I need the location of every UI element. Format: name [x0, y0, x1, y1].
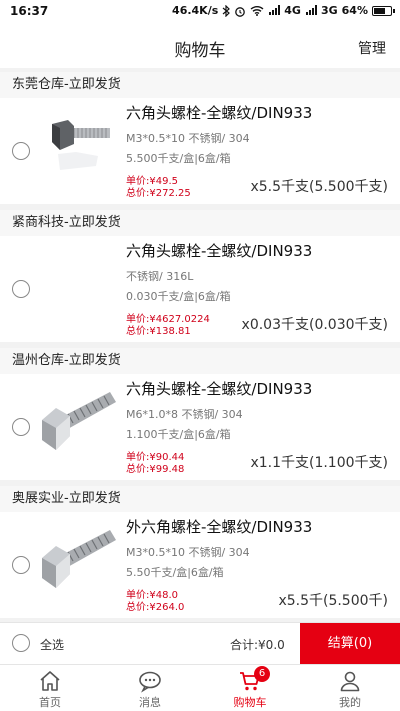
- cart-item: 紧商科技-立即发货 六角头螺栓-全螺纹/DIN933 不锈钢/ 316L 0.0…: [0, 210, 400, 342]
- tab-label: 我的: [339, 696, 361, 709]
- select-all-label[interactable]: 全选: [40, 636, 64, 653]
- cart-item: 温州仓库-立即发货 六角头螺栓-全螺纹/DIN933 M6*1.0*8 不锈钢/…: [0, 348, 400, 480]
- home-icon: [40, 671, 60, 691]
- product-packaging: 5.500千支/盒|6盒/箱: [126, 152, 231, 165]
- shop-name: 温州仓库-立即发货: [0, 348, 400, 374]
- network-type-1: 4G: [284, 4, 301, 17]
- product-spec: 不锈钢/ 316L: [126, 270, 194, 283]
- checkout-button[interactable]: 结算(0): [300, 623, 400, 665]
- cart-total: 合计:¥0.0: [230, 638, 285, 652]
- network-type-2: 3G: [320, 4, 338, 17]
- item-select-radio[interactable]: [12, 418, 30, 436]
- tab-label: 购物车: [233, 696, 267, 709]
- shop-name: 奥展实业-立即发货: [0, 486, 400, 512]
- total-price: 总价:¥272.25: [126, 188, 191, 199]
- bluetooth-icon: [222, 4, 231, 17]
- battery-icon: [372, 5, 395, 16]
- cart-item: 东莞仓库-立即发货 六角头螺栓-全螺纹/DIN933 M3*0.5*10 不锈钢…: [0, 72, 400, 204]
- tab-home[interactable]: 首页: [0, 665, 100, 711]
- page-header: 购物车 管理: [0, 24, 400, 68]
- shop-name: 东莞仓库-立即发货: [0, 72, 400, 98]
- product-name: 六角头螺栓-全螺纹/DIN933: [126, 104, 313, 122]
- select-all-radio[interactable]: [12, 634, 30, 652]
- battery-level: 64%: [341, 4, 368, 17]
- total-price: 总价:¥138.81: [126, 326, 191, 337]
- product-spec: M3*0.5*10 不锈钢/ 304: [126, 546, 250, 559]
- tab-label: 首页: [39, 696, 61, 709]
- item-quantity[interactable]: x5.5千支(5.500千支): [250, 176, 388, 196]
- user-icon: [340, 671, 360, 692]
- message-icon: [139, 671, 161, 693]
- product-name: 外六角螺栓-全螺纹/DIN933: [126, 518, 313, 536]
- shop-name: 紧商科技-立即发货: [0, 210, 400, 236]
- product-packaging: 0.030千支/盒|6盒/箱: [126, 290, 231, 303]
- alarm-icon: [235, 6, 246, 17]
- bottom-tab-bar: 首页 消息 6 购物车 我的: [0, 664, 400, 711]
- product-name: 六角头螺栓-全螺纹/DIN933: [126, 242, 313, 260]
- product-image: [38, 380, 118, 462]
- status-bar: 16:37 46.4K/s 4G 3G 64%: [0, 0, 400, 24]
- tab-messages[interactable]: 消息: [100, 665, 200, 711]
- product-name: 六角头螺栓-全螺纹/DIN933: [126, 380, 313, 398]
- item-quantity[interactable]: x0.03千支(0.030千支): [242, 314, 388, 334]
- cart-footer: 全选 合计:¥0.0 结算(0): [0, 622, 400, 665]
- product-spec: M3*0.5*10 不锈钢/ 304: [126, 132, 250, 145]
- cart-badge: 6: [254, 666, 270, 682]
- total-price: 总价:¥264.0: [126, 602, 185, 613]
- total-price: 总价:¥99.48: [126, 464, 185, 475]
- product-spec: M6*1.0*8 不锈钢/ 304: [126, 408, 243, 421]
- net-speed: 46.4K/s: [172, 4, 219, 17]
- clock: 16:37: [10, 4, 49, 18]
- tab-cart[interactable]: 6 购物车: [200, 665, 300, 711]
- manage-button[interactable]: 管理: [358, 38, 386, 58]
- item-select-radio[interactable]: [12, 142, 30, 160]
- product-image: [38, 518, 118, 600]
- item-select-radio[interactable]: [12, 556, 30, 574]
- signal-icon: [305, 5, 317, 15]
- tab-label: 消息: [139, 696, 161, 709]
- tab-profile[interactable]: 我的: [300, 665, 400, 711]
- item-quantity[interactable]: x1.1千支(1.100千支): [250, 452, 388, 472]
- signal-icon: [269, 5, 281, 15]
- product-packaging: 1.100千支/盒|6盒/箱: [126, 428, 231, 441]
- item-quantity[interactable]: x5.5千(5.500千): [278, 590, 388, 610]
- product-image: [38, 104, 118, 186]
- page-title: 购物车: [174, 41, 226, 61]
- cart-item: 奥展实业-立即发货 外六角螺栓-全螺纹/DIN933 M3*0.5*10 不锈钢…: [0, 486, 400, 618]
- wifi-icon: [250, 6, 264, 16]
- item-select-radio[interactable]: [12, 280, 30, 298]
- product-packaging: 5.50千支/盒|6盒/箱: [126, 566, 224, 579]
